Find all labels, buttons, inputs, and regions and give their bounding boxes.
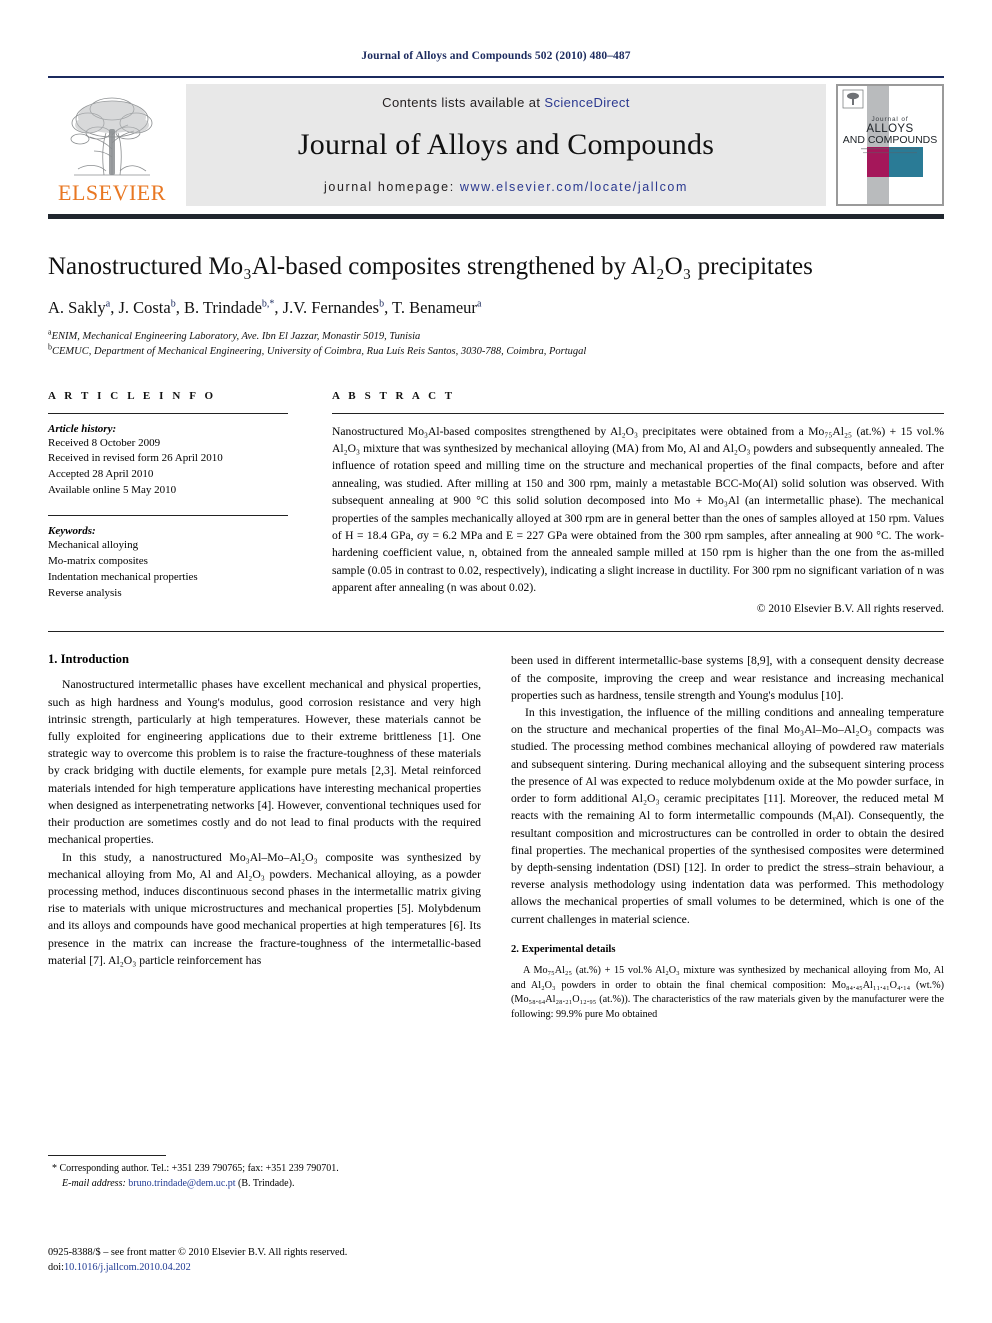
article-history-label: Article history: [48, 422, 117, 435]
author-name: B. Trindade [183, 297, 262, 317]
article-info-rule [48, 412, 288, 414]
section-heading-experimental: 2. Experimental details [511, 943, 616, 955]
author-affil-mark: b [170, 298, 176, 310]
author-item: J.V. Fernandesb [283, 298, 384, 317]
keyword-item: Reverse analysis [48, 586, 122, 599]
journal-title: Journal of Alloys and Compounds [297, 128, 715, 161]
article-page: Journal of Alloys and Compounds 502 (201… [0, 0, 992, 1323]
footnote-star: * [52, 1163, 57, 1174]
imprint-region: 0925-8388/$ – see front matter © 2010 El… [48, 1245, 498, 1276]
affiliation-item: bCEMUC, Department of Mechanical Enginee… [48, 343, 944, 360]
section-heading-introduction: 1. Introduction [48, 652, 129, 667]
abstract-heading: A B S T R A C T [332, 389, 456, 402]
sciencedirect-panel: Contents lists available at ScienceDirec… [186, 84, 826, 206]
doi-line: doi:10.1016/j.jallcom.2010.04.202 [48, 1260, 498, 1275]
intro-paragraph-4: In this investigation, the influence of … [511, 706, 944, 926]
author-affil-mark: b [379, 298, 385, 310]
intro-paragraph-1: Nanostructured intermetallic phases have… [48, 678, 481, 847]
author-item: J. Costab [118, 298, 175, 317]
keyword-item: Indentation mechanical properties [48, 570, 198, 583]
elsevier-logo: ELSEVIER [48, 84, 176, 206]
intro-paragraph-3: been used in different intermetallic-bas… [511, 654, 944, 702]
body-column-left: 1. Introduction Nanostructured intermeta… [48, 652, 481, 1022]
author-name: A. Sakly [48, 297, 106, 317]
abstract-copyright: © 2010 Elsevier B.V. All rights reserved… [756, 603, 944, 616]
body-columns: 1. Introduction Nanostructured intermeta… [48, 652, 944, 1022]
author-affil-mark[interactable]: b,* [262, 298, 275, 309]
history-item: Received in revised form 26 April 2010 [48, 452, 223, 465]
elsevier-tree-icon [70, 97, 153, 176]
imprint-line: 0925-8388/$ – see front matter © 2010 El… [48, 1247, 348, 1258]
body-column-right: been used in different intermetallic-bas… [511, 652, 944, 1022]
email-link[interactable]: bruno.trindade@dem.uc.pt [128, 1178, 235, 1189]
author-name: J. Costa [118, 297, 171, 317]
author-affil-mark: a [105, 298, 111, 310]
author-name: T. Benameur [392, 297, 477, 317]
affiliation-list: aENIM, Mechanical Engineering Laboratory… [48, 328, 944, 360]
author-name: J.V. Fernandes [282, 297, 380, 317]
homepage-url-link[interactable]: www.elsevier.com/locate/jallcom [460, 180, 688, 194]
email-label: E-mail address: [62, 1177, 126, 1189]
keywords-label: Keywords: [48, 525, 96, 538]
masthead: ELSEVIER Contents lists available at Sci… [48, 84, 944, 206]
author-item: A. Saklya [48, 298, 110, 317]
author-affil-mark: a [476, 298, 482, 310]
article-info-heading: A R T I C L E I N F O [48, 389, 217, 402]
homepage-label: journal homepage: [324, 180, 455, 194]
corresponding-author-note: * Corresponding author. Tel.: +351 239 7… [48, 1162, 478, 1177]
journal-cover-art: Journal of ALLOYS AND COMPOUNDS [837, 85, 943, 205]
keywords-rule [48, 515, 288, 517]
running-head: Journal of Alloys and Compounds 502 (201… [361, 50, 631, 62]
journal-cover-thumbnail: Journal of ALLOYS AND COMPOUNDS [836, 84, 944, 206]
history-item: Received 8 October 2009 [48, 436, 161, 449]
svg-text:AND COMPOUNDS: AND COMPOUNDS [843, 134, 938, 146]
author-item: T. Benameura [392, 298, 481, 317]
doi-label: doi: [48, 1262, 65, 1274]
masthead-container: ELSEVIER Contents lists available at Sci… [48, 76, 944, 206]
doi-link[interactable]: 10.1016/j.jallcom.2010.04.202 [64, 1262, 191, 1273]
svg-text:Journal of: Journal of [871, 116, 908, 123]
masthead-bottom-rule [48, 214, 944, 219]
abstract-text: Nanostructured Mo₃Al-based composites st… [332, 424, 944, 595]
abstract-rule [332, 412, 944, 414]
keyword-item: Mo-matrix composites [48, 555, 148, 568]
abstract-column: A B S T R A C T Nanostructured Mo₃Al-bas… [324, 389, 944, 616]
sciencedirect-link[interactable]: ScienceDirect [544, 95, 629, 110]
elsevier-wordmark: ELSEVIER [58, 180, 166, 205]
intro-paragraph-2: In this study, a nanostructured Mo₃Al–Mo… [48, 850, 481, 967]
history-item: Accepted 28 April 2010 [48, 468, 154, 480]
author-list: A. Saklya, J. Costab, B. Trindadeb,*, J.… [48, 297, 482, 317]
affiliation-text: ENIM, Mechanical Engineering Laboratory,… [51, 330, 421, 342]
experimental-paragraph-1: A Mo₇₅Al₂₅ (at.%) + 15 vol.% Al₂O₃ mixtu… [511, 964, 944, 1021]
email-suffix: (B. Trindade). [238, 1177, 295, 1189]
title-block: Nanostructured Mo₃Al-based composites st… [48, 253, 944, 360]
contents-prefix: Contents lists available at [382, 95, 541, 110]
page-title: Nanostructured Mo₃Al-based composites st… [48, 253, 813, 280]
affiliation-text: CEMUC, Department of Mechanical Engineer… [52, 345, 587, 357]
history-item: Available online 5 May 2010 [48, 483, 177, 496]
email-note: E-mail address: bruno.trindade@dem.uc.pt… [48, 1177, 478, 1192]
contents-available-line: Contents lists available at ScienceDirec… [382, 95, 630, 110]
affiliation-item: aENIM, Mechanical Engineering Laboratory… [48, 328, 944, 345]
author-item: B. Trindadeb,* [184, 298, 274, 317]
abstract-bottom-rule [48, 631, 944, 633]
footnote-rule [48, 1155, 166, 1156]
footnote-region: * Corresponding author. Tel.: +351 239 7… [48, 1155, 478, 1191]
journal-homepage-line: journal homepage: www.elsevier.com/locat… [324, 180, 688, 194]
article-info-column: A R T I C L E I N F O Article history: R… [48, 390, 324, 616]
info-abstract-region: A R T I C L E I N F O Article history: R… [48, 389, 944, 616]
keyword-item: Mechanical alloying [48, 539, 139, 552]
corresponding-author-text: Corresponding author. Tel.: +351 239 790… [59, 1163, 339, 1174]
